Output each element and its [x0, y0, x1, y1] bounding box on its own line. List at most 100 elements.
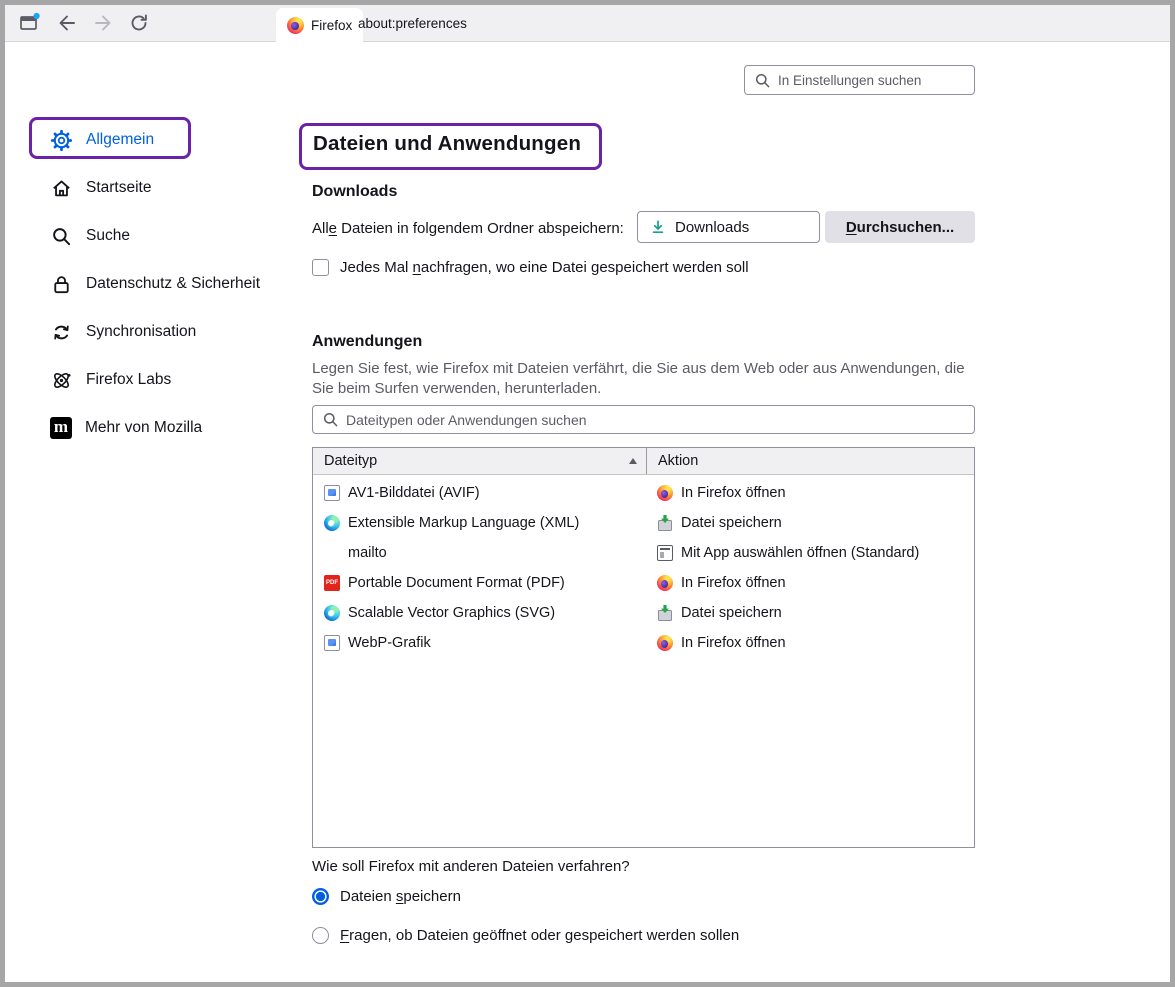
sidebar-item-label: Firefox Labs	[86, 371, 171, 389]
firefox-icon	[657, 485, 673, 501]
column-header-aktion[interactable]: Aktion	[646, 448, 974, 474]
file-type-cell: mailto	[313, 538, 646, 568]
sidebar-item-allgemein[interactable]: Allgemein	[45, 116, 295, 164]
file-type-label: Extensible Markup Language (XML)	[348, 515, 579, 531]
sidebar-item-label: Mehr von Mozilla	[85, 419, 202, 437]
label-accesskey: n	[413, 259, 421, 276]
option-save-files-row: Dateien speichern	[312, 888, 461, 905]
download-icon	[650, 219, 666, 235]
applications-search-box	[312, 405, 975, 434]
window-icon[interactable]	[15, 9, 43, 37]
applications-description: Legen Sie fest, wie Firefox mit Dateien …	[312, 359, 972, 399]
ask-radio[interactable]	[312, 927, 329, 944]
image-file-icon	[324, 485, 340, 501]
ask-label: Fragen, ob Dateien geöffnet oder gespeic…	[340, 927, 739, 944]
column-label: Dateityp	[324, 453, 377, 469]
table-row[interactable]: Portable Document Format (PDF) In Firefo…	[313, 568, 974, 598]
action-cell: Datei speichern	[646, 598, 974, 628]
label-accesskey: F	[340, 927, 349, 944]
search-icon	[755, 73, 770, 88]
action-label: In Firefox öffnen	[681, 635, 786, 651]
sidebar: Allgemein Startseite Suche	[45, 116, 295, 452]
column-label: Aktion	[658, 453, 698, 469]
browser-window: Firefox about:preferences	[0, 0, 1175, 987]
other-files-question: Wie soll Firefox mit anderen Dateien ver…	[312, 858, 630, 875]
app-window-icon	[657, 545, 673, 561]
settings-search-box	[744, 65, 975, 95]
ask-download-location-label: Jedes Mal nachfragen, wo eine Datei gesp…	[340, 259, 749, 276]
action-cell: In Firefox öffnen	[646, 628, 974, 658]
action-label: Mit App auswählen öffnen (Standard)	[681, 545, 919, 561]
file-type-cell: Extensible Markup Language (XML)	[313, 508, 646, 538]
label-text: Dateien	[340, 888, 396, 905]
home-icon	[50, 177, 73, 200]
gear-icon	[50, 129, 73, 152]
sort-ascending-icon	[629, 458, 637, 464]
label-text: Dateien in folgendem Ordner abspeichern:	[337, 220, 624, 237]
file-type-cell: Portable Document Format (PDF)	[313, 568, 646, 598]
table-header: Dateityp Aktion	[313, 448, 974, 475]
file-type-cell: WebP-Grafik	[313, 628, 646, 658]
save-files-radio[interactable]	[312, 888, 329, 905]
sidebar-item-mehr-von-mozilla[interactable]: Mehr von Mozilla	[45, 404, 295, 452]
label-accesskey: e	[329, 220, 337, 237]
browse-button[interactable]: Durchsuchen...	[825, 211, 975, 243]
table-row[interactable]: AV1-Bilddatei (AVIF) In Firefox öffnen	[313, 478, 974, 508]
mozilla-icon	[50, 417, 72, 439]
action-cell: In Firefox öffnen	[646, 478, 974, 508]
ask-download-location-checkbox[interactable]	[312, 259, 329, 276]
label-text: ragen, ob Dateien geöffnet oder gespeich…	[349, 927, 739, 944]
search-icon	[50, 225, 73, 248]
table-row[interactable]: mailto Mit App auswählen öffnen (Standar…	[313, 538, 974, 568]
sidebar-item-firefox-labs[interactable]: Firefox Labs	[45, 356, 295, 404]
sync-icon	[50, 321, 73, 344]
edge-icon	[324, 605, 340, 621]
save-icon	[657, 515, 673, 531]
back-icon	[56, 12, 78, 34]
url-text[interactable]: about:preferences	[358, 5, 467, 42]
file-type-cell: Scalable Vector Graphics (SVG)	[313, 598, 646, 628]
table-row[interactable]: WebP-Grafik In Firefox öffnen	[313, 628, 974, 658]
sidebar-item-suche[interactable]: Suche	[45, 212, 295, 260]
action-cell: Datei speichern	[646, 508, 974, 538]
window-icon	[17, 11, 41, 35]
image-file-icon	[324, 635, 340, 651]
sidebar-item-label: Allgemein	[86, 131, 154, 149]
table-row[interactable]: Extensible Markup Language (XML) Datei s…	[313, 508, 974, 538]
file-type-cell: AV1-Bilddatei (AVIF)	[313, 478, 646, 508]
forward-icon[interactable]	[89, 9, 117, 37]
sidebar-item-synchronisation[interactable]: Synchronisation	[45, 308, 295, 356]
browser-toolbar: Firefox about:preferences	[5, 5, 1170, 42]
atom-icon	[50, 369, 73, 392]
tab-label: Firefox	[311, 18, 352, 33]
file-type-label: AV1-Bilddatei (AVIF)	[348, 485, 480, 501]
applications-search-input[interactable]	[346, 412, 974, 428]
table-row[interactable]: Scalable Vector Graphics (SVG) Datei spe…	[313, 598, 974, 628]
file-type-label: Scalable Vector Graphics (SVG)	[348, 605, 555, 621]
action-cell: Mit App auswählen öffnen (Standard)	[646, 538, 974, 568]
option-ask-row: Fragen, ob Dateien geöffnet oder gespeic…	[312, 927, 739, 944]
action-label: In Firefox öffnen	[681, 575, 786, 591]
lock-icon	[50, 273, 73, 296]
settings-search-input[interactable]	[778, 73, 974, 88]
sidebar-item-datenschutz[interactable]: Datenschutz & Sicherheit	[45, 260, 295, 308]
sidebar-item-label: Suche	[86, 227, 130, 245]
table-body: AV1-Bilddatei (AVIF) In Firefox öffnen E…	[313, 475, 974, 847]
file-type-label: Portable Document Format (PDF)	[348, 575, 565, 591]
edge-icon	[324, 515, 340, 531]
action-label: In Firefox öffnen	[681, 485, 786, 501]
page-title: Dateien und Anwendungen	[313, 132, 581, 156]
sidebar-item-startseite[interactable]: Startseite	[45, 164, 295, 212]
file-type-label: mailto	[348, 545, 387, 561]
back-icon[interactable]	[53, 9, 81, 37]
pdf-icon	[324, 575, 340, 591]
download-folder-field[interactable]: Downloads	[637, 211, 820, 243]
ask-download-location-row: Jedes Mal nachfragen, wo eine Datei gesp…	[312, 259, 749, 276]
firefox-tab[interactable]: Firefox	[276, 8, 363, 42]
column-header-dateityp[interactable]: Dateityp	[313, 448, 646, 474]
preferences-page: Allgemein Startseite Suche	[5, 42, 1170, 982]
label-text: All	[312, 220, 329, 237]
firefox-icon	[657, 575, 673, 591]
reload-icon[interactable]	[125, 9, 153, 37]
label-text: achfragen, wo eine Datei gespeichert wer…	[421, 259, 749, 276]
